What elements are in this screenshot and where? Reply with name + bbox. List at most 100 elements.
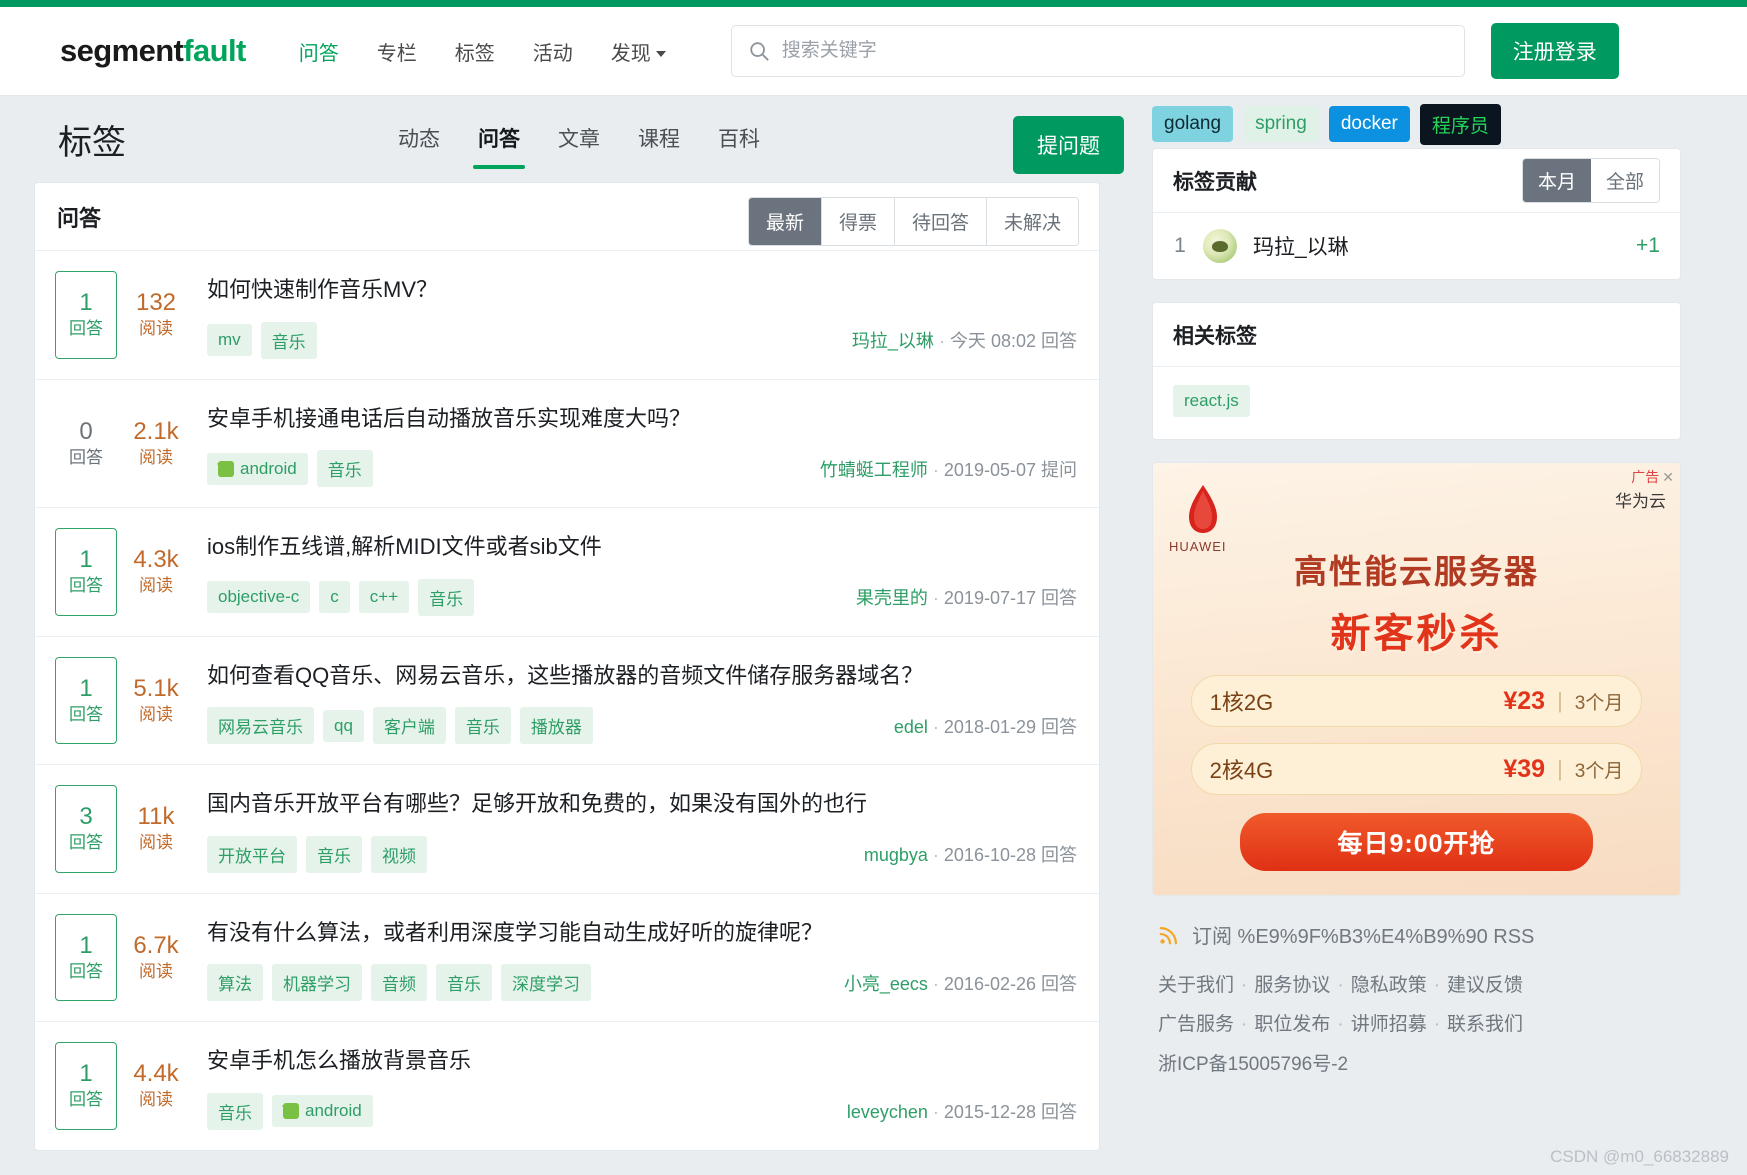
question-title[interactable]: 安卓手机怎么播放背景音乐 [207,1047,1077,1075]
tab-qa[interactable]: 问答 [459,115,539,169]
ad-spec-1-term: 3个月 [1574,692,1624,714]
question-tag[interactable]: 机器学习 [272,964,362,1001]
tab-wiki[interactable]: 百科 [699,115,779,164]
question-title[interactable]: 如何查看QQ音乐、网易云音乐，这些播放器的音频文件储存服务器域名？ [207,662,1077,690]
sort-unresolved[interactable]: 未解决 [986,198,1078,245]
question-tag[interactable]: android [272,1095,373,1127]
logo-text-segment: segment [60,33,184,68]
top-tag-programmer[interactable]: 程序员 [1419,103,1501,145]
nav-item-tags[interactable]: 标签 [436,31,514,72]
footer-link-privacy[interactable]: 隐私政策 [1351,975,1427,996]
question-title[interactable]: 国内音乐开放平台有哪些？足够开放和免费的，如果没有国外的也行 [207,790,1077,818]
login-register-button[interactable]: 注册登录 [1490,23,1619,79]
ask-question-button[interactable]: 提问题 [1013,116,1124,174]
contribution-row[interactable]: 1 玛拉_以琳 +1 [1153,213,1680,279]
footer-link-about[interactable]: 关于我们 [1158,975,1234,996]
question-tag[interactable]: 算法 [207,964,263,1001]
question-tag[interactable]: 视频 [371,835,427,873]
question-tag[interactable]: android [207,452,308,485]
sort-unanswered[interactable]: 待回答 [894,198,987,245]
contribution-user-name[interactable]: 玛拉_以琳 [1253,231,1349,261]
top-tag-docker[interactable]: docker [1328,106,1410,142]
question-tag[interactable]: 音乐 [207,1092,263,1130]
question-row[interactable]: 1 回答 4.3k 阅读 ios制作五线谱,解析MIDI文件或者sib文件 objecti… [35,508,1099,637]
tab-article[interactable]: 文章 [539,115,619,164]
question-action: 回答 [1041,716,1077,737]
related-tag-reactjs[interactable]: react.js [1173,385,1250,417]
nav-item-qa[interactable]: 问答 [280,31,358,72]
tab-dynamic[interactable]: 动态 [379,115,459,164]
question-author[interactable]: mugbya [864,845,928,865]
question-author[interactable]: 玛拉_以琳 [852,331,934,351]
question-tag-list: 算法 机器学习 音频 音乐 深度学习 [207,964,591,1001]
sort-newest[interactable]: 最新 [748,198,822,245]
question-title[interactable]: 有没有什么算法，或者利用深度学习能自动生成好听的旋律呢？ [207,919,1077,947]
meta-sep: · [938,331,945,351]
ad-spec-2-name: 2核4G [1209,758,1274,783]
footer-link-contact[interactable]: 联系我们 [1447,1014,1523,1035]
question-tag[interactable]: objective-c [207,581,311,613]
question-title[interactable]: 安卓手机接通电话后自动播放音乐实现难度大吗？ [207,405,1077,433]
question-tag[interactable]: 音频 [371,964,427,1001]
ad-label: 广告 ✕ [1631,467,1674,487]
question-tag[interactable]: 音乐 [418,578,475,616]
question-row[interactable]: 1 回答 5.1k 阅读 如何查看QQ音乐、网易云音乐，这些播放器的音频文件储存服务器域… [35,637,1099,765]
question-tag-label: 深度学习 [512,975,580,994]
site-logo[interactable]: segmentfault [60,33,246,69]
question-tag[interactable]: 音乐 [306,835,362,873]
question-author[interactable]: 果壳里的 [856,588,928,608]
question-tag[interactable]: 音乐 [260,321,317,359]
nav-item-discover[interactable]: 发现 [592,31,685,72]
search-input[interactable] [779,39,1448,63]
question-body: 安卓手机接通电话后自动播放音乐实现难度大吗？ android 音乐 竹蜻蜓工程师 · 20… [189,400,1077,487]
sort-votes[interactable]: 得票 [821,198,895,245]
question-row[interactable]: 1 回答 4.4k 阅读 安卓手机怎么播放背景音乐 音乐 android leveychen ·… [35,1022,1099,1150]
question-row[interactable]: 0 回答 2.1k 阅读 安卓手机接通电话后自动播放音乐实现难度大吗？ android 音乐… [35,380,1099,508]
footer-link-jobs[interactable]: 职位发布 [1254,1014,1330,1035]
question-row[interactable]: 1 回答 132 阅读 如何快速制作音乐MV？ mv 音乐 玛拉_以琳 · 今天 08:02 回答 [35,251,1099,380]
question-tag[interactable]: c++ [358,581,410,613]
question-title[interactable]: ios制作五线谱,解析MIDI文件或者sib文件 [207,533,1077,561]
footer-link-terms[interactable]: 服务协议 [1254,975,1330,996]
question-action: 回答 [1041,331,1077,351]
question-author[interactable]: leveychen [847,1102,928,1122]
top-tag-spring[interactable]: spring [1243,106,1319,142]
question-author[interactable]: 小亮_eecs [844,974,928,994]
question-tag[interactable]: 播放器 [519,707,593,744]
question-footer: 开放平台 音乐 视频 mugbya · 2016-10-28 回答 [207,835,1077,873]
question-tag[interactable]: qq [323,709,364,742]
question-row[interactable]: 3 回答 11k 阅读 国内音乐开放平台有哪些？足够开放和免费的，如果没有国外的也行 开放… [35,765,1099,894]
question-tag[interactable]: 深度学习 [501,964,591,1001]
ad-cta-button[interactable]: 每日9:00开抢 [1239,813,1594,871]
question-tag[interactable]: 网易云音乐 [207,707,314,744]
search-box[interactable] [730,25,1465,77]
footer-link-ads[interactable]: 广告服务 [1158,1014,1234,1035]
close-icon[interactable]: ✕ [1662,469,1674,485]
question-tag[interactable]: 音乐 [454,707,511,744]
footer-sep: · [1241,975,1248,996]
question-tag[interactable]: mv [207,324,252,356]
nav-item-column[interactable]: 专栏 [358,31,436,72]
footer-link-lecturers[interactable]: 讲师招募 [1351,1014,1427,1035]
period-all[interactable]: 全部 [1590,159,1659,202]
footer-link-feedback[interactable]: 建议反馈 [1447,975,1523,996]
ad-headline-primary: 高性能云服务器 [1294,553,1539,590]
meta-sep: · [932,845,939,865]
question-list-title: 问答 [57,205,102,231]
top-tag-golang[interactable]: golang [1152,106,1234,142]
rss-subscribe-row[interactable]: 订阅 %E9%9F%B3%E4%B9%90 RSS [1152,916,1681,963]
period-this-month[interactable]: 本月 [1522,159,1591,202]
question-tag[interactable]: 音乐 [316,450,373,487]
question-title[interactable]: 如何快速制作音乐MV？ [207,276,1077,304]
question-tag[interactable]: 客户端 [372,707,446,744]
advertisement-card[interactable]: 广告 ✕ 华为云 HUAWEI 高性能云服务器 新客秒杀 1核2G ¥23 | 3… [1152,462,1681,896]
question-tag[interactable]: 开放平台 [207,835,297,873]
tab-course[interactable]: 课程 [619,115,699,164]
question-row[interactable]: 1 回答 6.7k 阅读 有没有什么算法，或者利用深度学习能自动生成好听的旋律呢？ 算法机… [35,894,1099,1022]
question-tag[interactable]: 音乐 [436,964,492,1001]
question-author[interactable]: edel [894,717,928,737]
question-author[interactable]: 竹蜻蜓工程师 [820,460,928,480]
question-tag-label: c++ [369,587,399,606]
nav-item-events[interactable]: 活动 [514,31,592,72]
question-tag[interactable]: c [319,581,350,613]
